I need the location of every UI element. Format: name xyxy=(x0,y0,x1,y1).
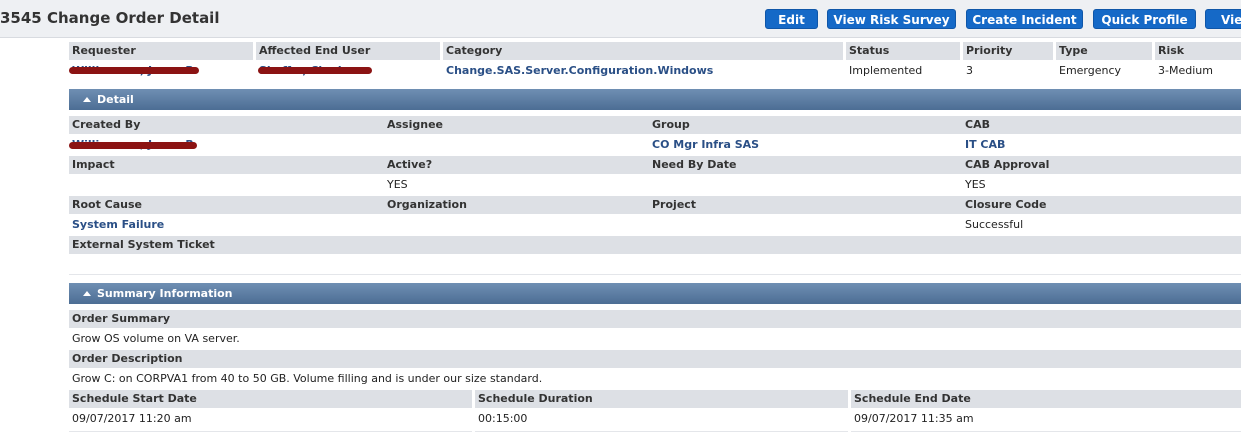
closure-code-header: Closure Code xyxy=(962,196,1241,214)
divider xyxy=(475,431,848,432)
divider xyxy=(851,431,1241,432)
closure-code-value: Successful xyxy=(965,218,1024,231)
schedule-duration-header: Schedule Duration xyxy=(475,390,848,408)
category-link[interactable]: Change.SAS.Server.Configuration.Windows xyxy=(443,62,843,80)
order-summary-value: Grow OS volume on VA server. xyxy=(72,332,240,345)
divider xyxy=(69,274,1241,275)
cab-header: CAB xyxy=(962,116,1241,134)
detail-section-title: Detail xyxy=(97,93,134,106)
order-description-value: Grow C: on CORPVA1 from 40 to 50 GB. Vol… xyxy=(72,372,543,385)
summary-info-section-title: Summary Information xyxy=(97,287,233,300)
order-description-header: Order Description xyxy=(69,350,1241,368)
group-link[interactable]: CO Mgr Infra SAS xyxy=(649,136,949,154)
create-incident-button[interactable]: Create Incident xyxy=(966,9,1083,29)
external-system-ticket-header: External System Ticket xyxy=(69,236,1241,254)
schedule-duration-value: 00:15:00 xyxy=(478,412,528,425)
active-value: YES xyxy=(387,178,408,191)
need-by-date-header: Need By Date xyxy=(649,156,962,174)
redaction-mark xyxy=(69,67,199,74)
quick-profile-button[interactable]: Quick Profile xyxy=(1093,9,1196,29)
divider xyxy=(69,431,472,432)
category-header: Category xyxy=(443,42,843,60)
cab-approval-header: CAB Approval xyxy=(962,156,1241,174)
affected-end-user-header: Affected End User xyxy=(256,42,440,60)
organization-header: Organization xyxy=(384,196,649,214)
risk-header: Risk xyxy=(1155,42,1241,60)
priority-value: 3 xyxy=(966,64,973,77)
redaction-mark xyxy=(258,67,372,74)
collapse-triangle-icon xyxy=(83,291,91,296)
detail-section-toggle[interactable]: Detail xyxy=(69,89,1241,110)
root-cause-link[interactable]: System Failure xyxy=(69,216,319,234)
edit-button[interactable]: Edit xyxy=(765,9,818,29)
order-summary-header: Order Summary xyxy=(69,310,1241,328)
schedule-start-date-value: 09/07/2017 11:20 am xyxy=(72,412,192,425)
impact-header: Impact xyxy=(69,156,384,174)
risk-value: 3-Medium xyxy=(1158,64,1213,77)
project-header: Project xyxy=(649,196,962,214)
assignee-header: Assignee xyxy=(384,116,649,134)
page-title: 3545 Change Order Detail xyxy=(0,9,220,27)
schedule-start-date-header: Schedule Start Date xyxy=(69,390,472,408)
view-button[interactable]: Vie xyxy=(1205,9,1241,29)
status-value: Implemented xyxy=(849,64,923,77)
status-header: Status xyxy=(846,42,960,60)
created-by-header: Created By xyxy=(69,116,384,134)
type-header: Type xyxy=(1056,42,1152,60)
root-cause-header: Root Cause xyxy=(69,196,384,214)
redaction-mark xyxy=(69,142,197,149)
schedule-end-date-header: Schedule End Date xyxy=(851,390,1241,408)
cab-approval-value: YES xyxy=(965,178,986,191)
requester-header: Requester xyxy=(69,42,253,60)
priority-header: Priority xyxy=(963,42,1053,60)
schedule-end-date-value: 09/07/2017 11:35 am xyxy=(854,412,974,425)
collapse-triangle-icon xyxy=(83,97,91,102)
group-header: Group xyxy=(649,116,962,134)
view-risk-survey-button[interactable]: View Risk Survey xyxy=(827,9,956,29)
summary-info-section-toggle[interactable]: Summary Information xyxy=(69,283,1241,304)
active-header: Active? xyxy=(384,156,649,174)
type-value: Emergency xyxy=(1059,64,1122,77)
cab-link[interactable]: IT CAB xyxy=(962,136,1162,154)
